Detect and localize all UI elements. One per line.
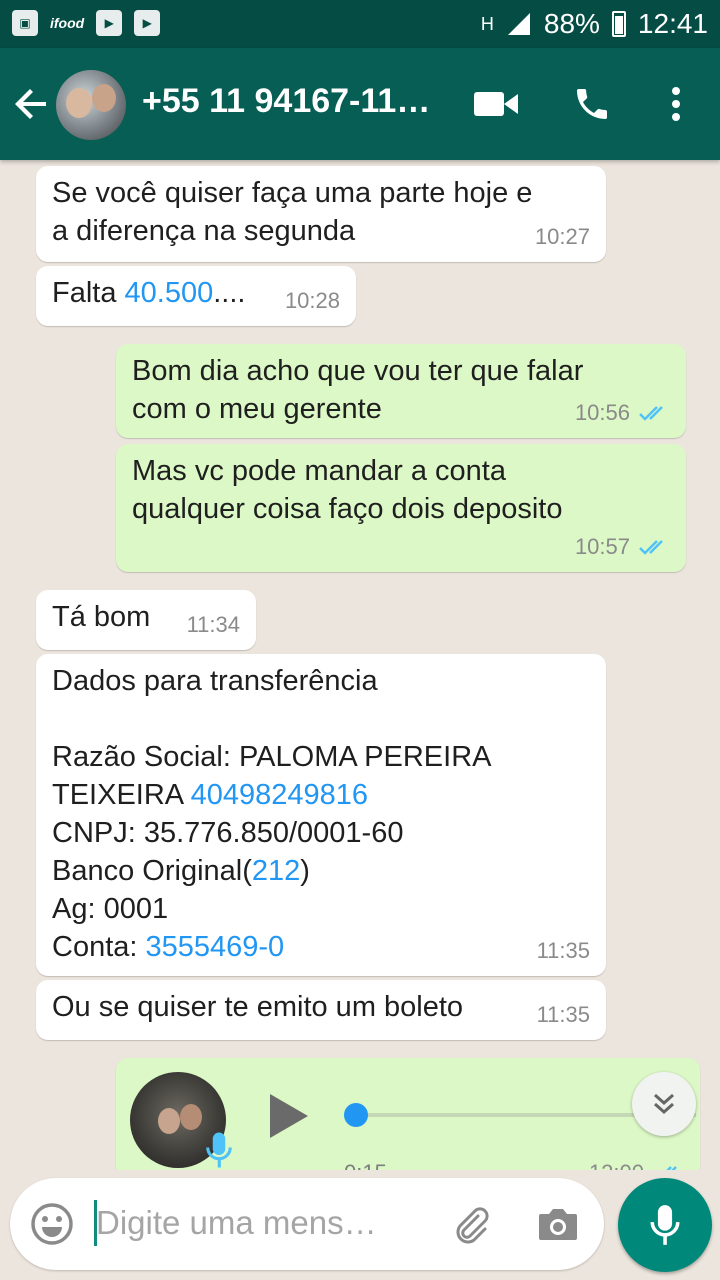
message-text: Falta (52, 277, 125, 309)
phone-number-link[interactable]: 40.500 (125, 277, 214, 309)
chat-header: +55 11 94167-11… (0, 48, 720, 160)
audio-duration: 0:15 (344, 1154, 387, 1170)
message-line: Conta: (52, 931, 146, 963)
double-check-icon (666, 1166, 677, 1170)
message-time: 12:00 (589, 1154, 644, 1170)
voice-record-button[interactable] (618, 1178, 712, 1272)
message-text: Tá bom (52, 601, 151, 633)
mic-icon (650, 1205, 680, 1245)
message-incoming[interactable]: Dados para transferência Razão Social: P… (36, 654, 606, 976)
message-time: 11:35 (536, 938, 590, 963)
message-time: 11:34 (186, 612, 240, 637)
message-outgoing[interactable]: Bom dia acho que vou ter que falar com o… (116, 344, 686, 438)
message-text: .... (213, 277, 246, 309)
emoji-icon[interactable] (28, 1200, 76, 1248)
phone-number-link[interactable]: 40498249816 (191, 779, 368, 811)
ifood-notification-icon: ifood (50, 15, 85, 31)
scroll-to-bottom-button[interactable] (632, 1072, 696, 1136)
attach-icon[interactable] (446, 1200, 494, 1248)
message-text: Ou se quiser te emito um boleto (52, 991, 464, 1023)
voice-message[interactable]: 0:15 12:00 (116, 1058, 700, 1170)
clock: 12:41 (637, 8, 708, 39)
message-input-bar[interactable]: Digite uma mens… (10, 1178, 604, 1270)
status-bar: ▣ ifood ▶ ▶ H 88% 12:41 (0, 0, 720, 48)
message-time: 10:57 (574, 534, 630, 559)
message-line: Dados para transferência (52, 665, 378, 697)
chat-area[interactable]: Se você quiser faça uma parte hoje e a d… (0, 160, 720, 1170)
message-time: 10:28 (284, 288, 340, 313)
battery-percent: 88% (543, 8, 600, 39)
message-line: ) (300, 855, 310, 887)
chevron-down-icon (654, 1093, 674, 1115)
camera-icon[interactable] (534, 1200, 582, 1248)
youtube-notification-icon: ▶ (134, 10, 161, 36)
mic-icon (206, 1132, 232, 1168)
message-line: Razão Social: PALOMA PEREIRA (52, 741, 492, 773)
message-line: Banco Original( (52, 855, 252, 887)
more-vert-icon[interactable] (650, 78, 702, 130)
phone-icon[interactable] (566, 78, 618, 130)
youtube-notification-icon: ▶ (96, 10, 123, 36)
play-icon[interactable] (270, 1094, 308, 1138)
message-text: Bom dia acho que vou ter que falar com o… (132, 355, 584, 425)
message-input[interactable]: Digite uma mens… (96, 1204, 377, 1242)
message-incoming[interactable]: Tá bom 11:34 (36, 590, 256, 650)
message-line: Ag: 0001 (52, 893, 169, 925)
double-check-icon (639, 540, 663, 555)
double-check-icon (639, 406, 663, 421)
network-type-icon: H (480, 13, 494, 34)
message-time: 11:35 (536, 1002, 590, 1027)
message-outgoing[interactable]: Mas vc pode mandar a conta qualquer cois… (116, 444, 686, 572)
back-arrow-icon[interactable] (12, 84, 52, 124)
signal-icon (507, 13, 530, 35)
battery-icon (611, 11, 626, 37)
message-time: 10:56 (574, 400, 630, 425)
message-incoming[interactable]: Falta 40.500.... 10:28 (36, 266, 356, 326)
phone-number-link[interactable]: 3555469-0 (146, 931, 285, 963)
gallery-notification-icon: ▣ (12, 10, 38, 36)
audio-progress-handle[interactable] (344, 1103, 368, 1127)
message-incoming[interactable]: Se você quiser faça uma parte hoje e a d… (36, 166, 606, 262)
message-line: CNPJ: 35.776.850/0001-60 (52, 817, 404, 849)
phone-number-link[interactable]: 212 (252, 855, 300, 887)
contact-avatar[interactable] (56, 70, 126, 140)
message-text: Se você quiser faça uma parte hoje e a d… (52, 177, 533, 247)
message-line: TEIXEIRA (52, 779, 191, 811)
video-call-icon[interactable] (470, 78, 522, 130)
message-text: Mas vc pode mandar a conta qualquer cois… (132, 455, 563, 525)
message-time: 10:27 (534, 224, 590, 249)
contact-name[interactable]: +55 11 94167-11… (142, 82, 442, 121)
message-incoming[interactable]: Ou se quiser te emito um boleto 11:35 (36, 980, 606, 1040)
